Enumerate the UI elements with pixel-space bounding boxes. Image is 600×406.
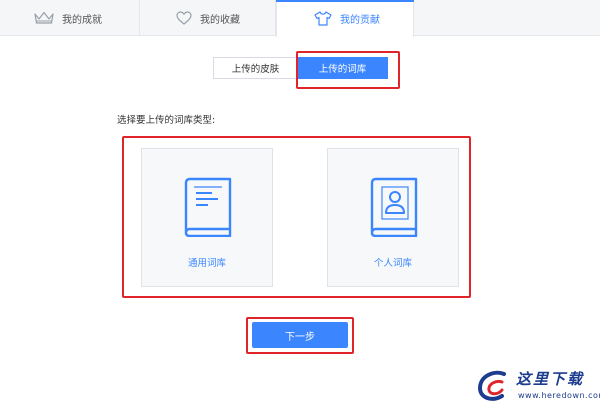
crown-icon: [34, 11, 54, 25]
highlight-box-next: [246, 317, 354, 354]
tab-my-favorites[interactable]: 我的收藏: [140, 0, 276, 36]
book-list-icon: [182, 177, 234, 241]
watermark-logo-icon: [474, 368, 514, 406]
book-person-icon: [368, 177, 420, 241]
card-label: 通用词库: [187, 258, 226, 269]
card-general-dictionary[interactable]: 通用词库: [141, 148, 273, 287]
tab-my-achievements[interactable]: 我的成就: [22, 0, 140, 36]
watermark-brand: 这里下载: [516, 370, 585, 388]
top-tab-bar: 我的成就 我的收藏 我的贡献: [0, 0, 600, 37]
watermark-url: www.heredown.com: [518, 391, 600, 400]
heart-icon: [176, 11, 192, 25]
subtab-label: 上传的皮肤: [231, 64, 280, 75]
card-personal-dictionary[interactable]: 个人词库: [327, 148, 459, 287]
tab-label: 我的贡献: [340, 15, 380, 26]
tab-my-contributions[interactable]: 我的贡献: [276, 0, 414, 37]
subtab-uploaded-skins[interactable]: 上传的皮肤: [213, 57, 297, 79]
tab-label: 我的成就: [62, 14, 102, 26]
tab-label: 我的收藏: [200, 14, 240, 26]
dictionary-type-prompt: 选择要上传的词库类型:: [117, 115, 216, 126]
tshirt-icon: [314, 11, 332, 26]
card-label: 个人词库: [373, 258, 412, 269]
watermark: 这里下载 www.heredown.com: [466, 364, 600, 406]
highlight-box-subtab: [296, 51, 400, 89]
